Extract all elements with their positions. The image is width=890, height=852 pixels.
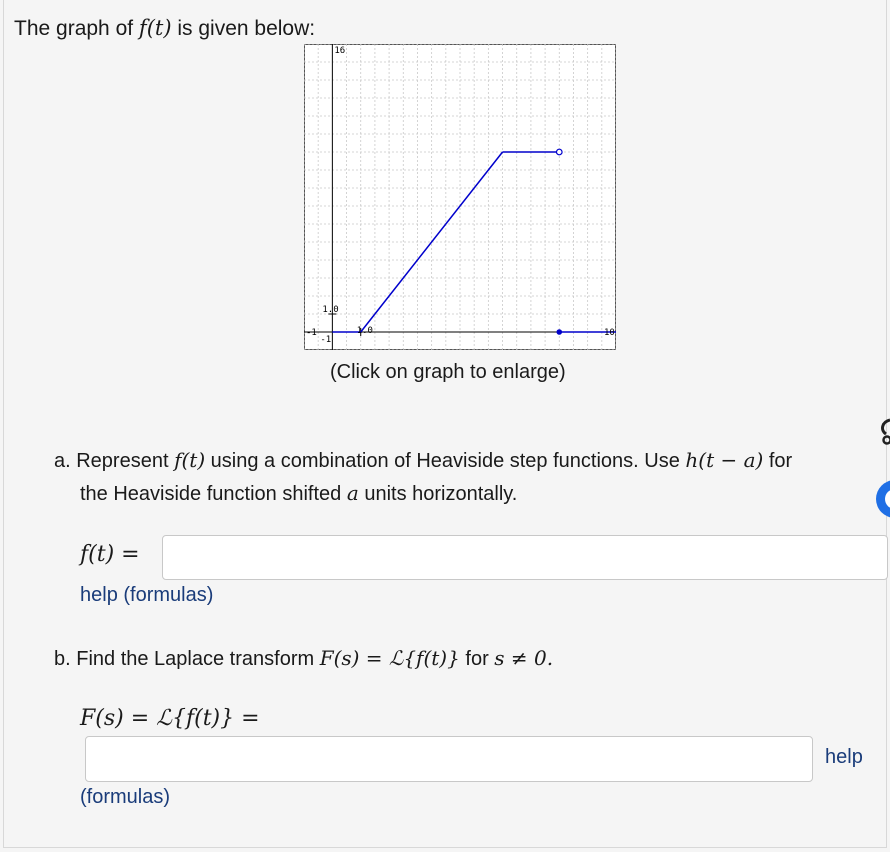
help-formulas-link[interactable]: help (formulas)	[80, 584, 213, 607]
intro-text: The graph of f(t) is given below:	[14, 16, 315, 41]
part-b-condition: s ≠ 0.	[494, 646, 554, 670]
x-min-label: -1	[306, 328, 317, 338]
y-tick-label: 1.0	[322, 305, 338, 315]
laplace-label: F(s) = ℒ{f(t)} =	[80, 706, 260, 731]
toolbar-tool-icon[interactable]	[872, 416, 890, 446]
open-endpoint	[555, 148, 563, 156]
intro-prefix: The graph of	[14, 17, 139, 40]
part-b-text-1: b. Find the Laplace transform	[54, 648, 320, 670]
f-of-t-input[interactable]	[162, 535, 888, 580]
graph-svg[interactable]: 16 -1 -1 10 1.0 1.0	[303, 43, 617, 351]
x-max-label: 10	[604, 328, 615, 338]
laplace-input[interactable]	[85, 736, 813, 782]
part-b-prompt: b. Find the Laplace transform F(s) = ℒ{f…	[54, 646, 553, 671]
x-tick-label: 1.0	[357, 326, 373, 336]
part-a-text-4: the Heaviside function shifted	[80, 483, 347, 505]
part-a-var-a: a	[346, 481, 359, 505]
part-a-text-2: using a combination of Heaviside step fu…	[205, 450, 686, 472]
heaviside-notation: h(t − a)	[685, 448, 764, 472]
part-a-text-5: units horizontally.	[358, 483, 518, 505]
formulas-link[interactable]: (formulas)	[80, 786, 170, 809]
assistant-badge-icon[interactable]	[872, 476, 890, 522]
laplace-equation: F(s) = ℒ{f(t)}	[319, 646, 460, 670]
part-b-text-2: for	[459, 648, 495, 670]
function-graph[interactable]: 16 -1 -1 10 1.0 1.0	[303, 43, 617, 351]
part-a-prompt: a. Represent f(t) using a combination of…	[54, 444, 882, 510]
graph-caption: (Click on graph to enlarge)	[330, 361, 566, 383]
part-a-func: f(t)	[174, 448, 206, 472]
part-a-text-3: for	[763, 450, 793, 472]
f-of-t-label: f(t) =	[80, 542, 140, 567]
y-min-label: -1	[320, 335, 331, 345]
intro-suffix: is given below:	[171, 17, 316, 40]
y-max-label: 16	[334, 46, 345, 56]
closed-endpoint	[556, 329, 563, 335]
intro-func: f(t)	[138, 16, 172, 40]
help-link[interactable]: help	[825, 746, 863, 769]
part-a-text-1: a. Represent	[54, 450, 175, 472]
